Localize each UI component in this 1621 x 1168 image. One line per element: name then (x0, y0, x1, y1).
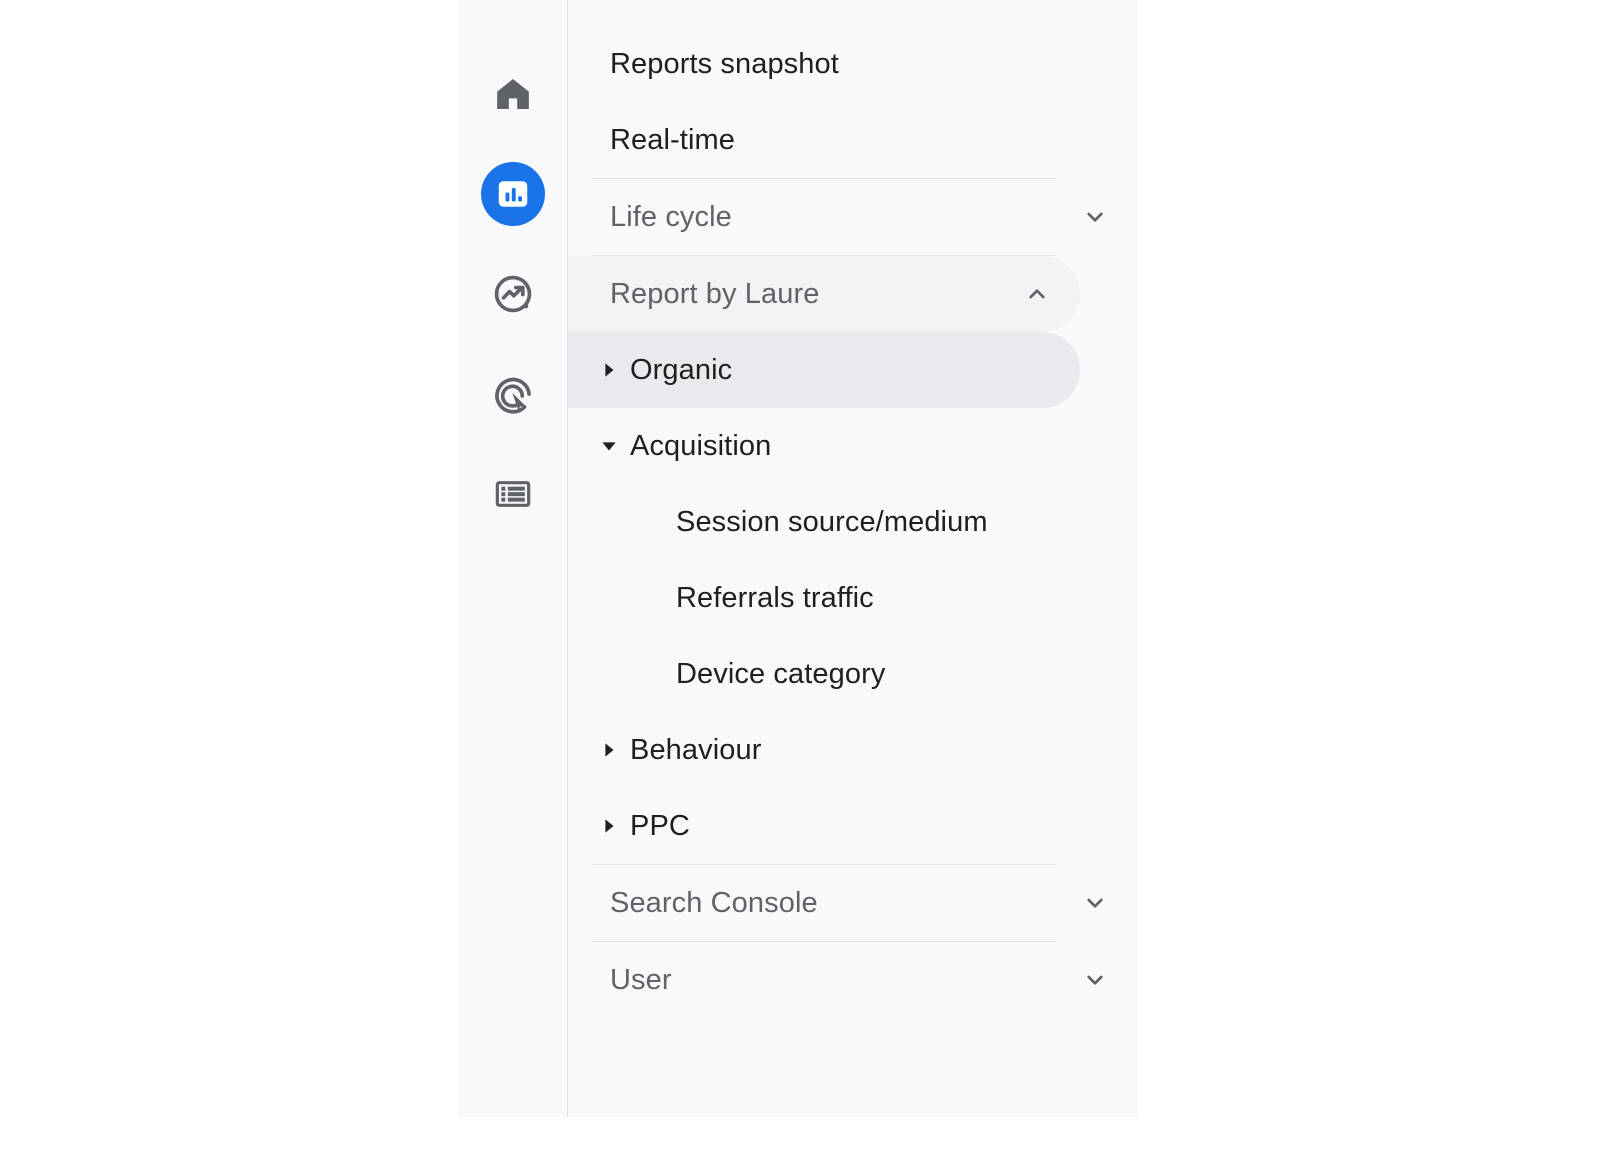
nav-item-label: Real-time (610, 123, 735, 156)
chevron-down-icon (1078, 889, 1112, 917)
nav-item-referrals-traffic[interactable]: Referrals traffic (568, 560, 1138, 636)
chevron-down-icon (1078, 203, 1112, 231)
nav-item-label: Acquisition (630, 429, 772, 462)
nav-item-label: Behaviour (630, 733, 762, 766)
nav-section-label: User (610, 963, 672, 996)
nav-item-organic[interactable]: Organic (568, 332, 1080, 408)
rail-item-explore[interactable] (458, 244, 568, 344)
chevron-down-icon (1078, 966, 1112, 994)
rail-item-home[interactable] (458, 44, 568, 144)
nav-section-label: Life cycle (610, 200, 732, 233)
explore-trending-icon (481, 262, 545, 326)
chevron-up-icon (1020, 280, 1054, 308)
nav-section-user[interactable]: User (568, 942, 1138, 1018)
nav-section-life-cycle[interactable]: Life cycle (568, 179, 1138, 255)
triangle-right-icon (588, 817, 630, 835)
triangle-down-icon (588, 437, 630, 455)
library-list-icon (481, 462, 545, 526)
nav-item-label: Reports snapshot (610, 47, 839, 80)
advertising-target-cursor-icon (481, 362, 545, 426)
nav-item-ppc[interactable]: PPC (568, 788, 1138, 864)
nav-section-report-by-laure[interactable]: Report by Laure (568, 256, 1080, 332)
rail-item-reports[interactable] (458, 144, 568, 244)
nav-item-device-category[interactable]: Device category (568, 636, 1138, 712)
nav-panel: Reports snapshot Real-time Life cycle Re… (568, 0, 1138, 1117)
nav-section-label: Search Console (610, 886, 818, 919)
reports-bar-chart-icon (481, 162, 545, 226)
nav-item-label: Referrals traffic (676, 581, 874, 614)
nav-item-label: PPC (630, 809, 690, 842)
nav-item-label: Session source/medium (676, 505, 988, 538)
icon-rail (458, 0, 568, 1117)
nav-section-label: Report by Laure (610, 277, 820, 310)
rail-item-advertising[interactable] (458, 344, 568, 444)
triangle-right-icon (588, 361, 630, 379)
nav-item-real-time[interactable]: Real-time (568, 102, 1138, 178)
nav-item-session-source-medium[interactable]: Session source/medium (568, 484, 1138, 560)
analytics-left-nav: Reports snapshot Real-time Life cycle Re… (458, 0, 1138, 1117)
rail-item-library[interactable] (458, 444, 568, 544)
nav-item-acquisition[interactable]: Acquisition (568, 408, 1138, 484)
nav-item-label: Device category (676, 657, 886, 690)
nav-item-reports-snapshot[interactable]: Reports snapshot (568, 26, 1138, 102)
nav-item-behaviour[interactable]: Behaviour (568, 712, 1138, 788)
triangle-right-icon (588, 741, 630, 759)
nav-item-label: Organic (630, 353, 733, 386)
nav-section-search-console[interactable]: Search Console (568, 865, 1138, 941)
home-icon (481, 62, 545, 126)
